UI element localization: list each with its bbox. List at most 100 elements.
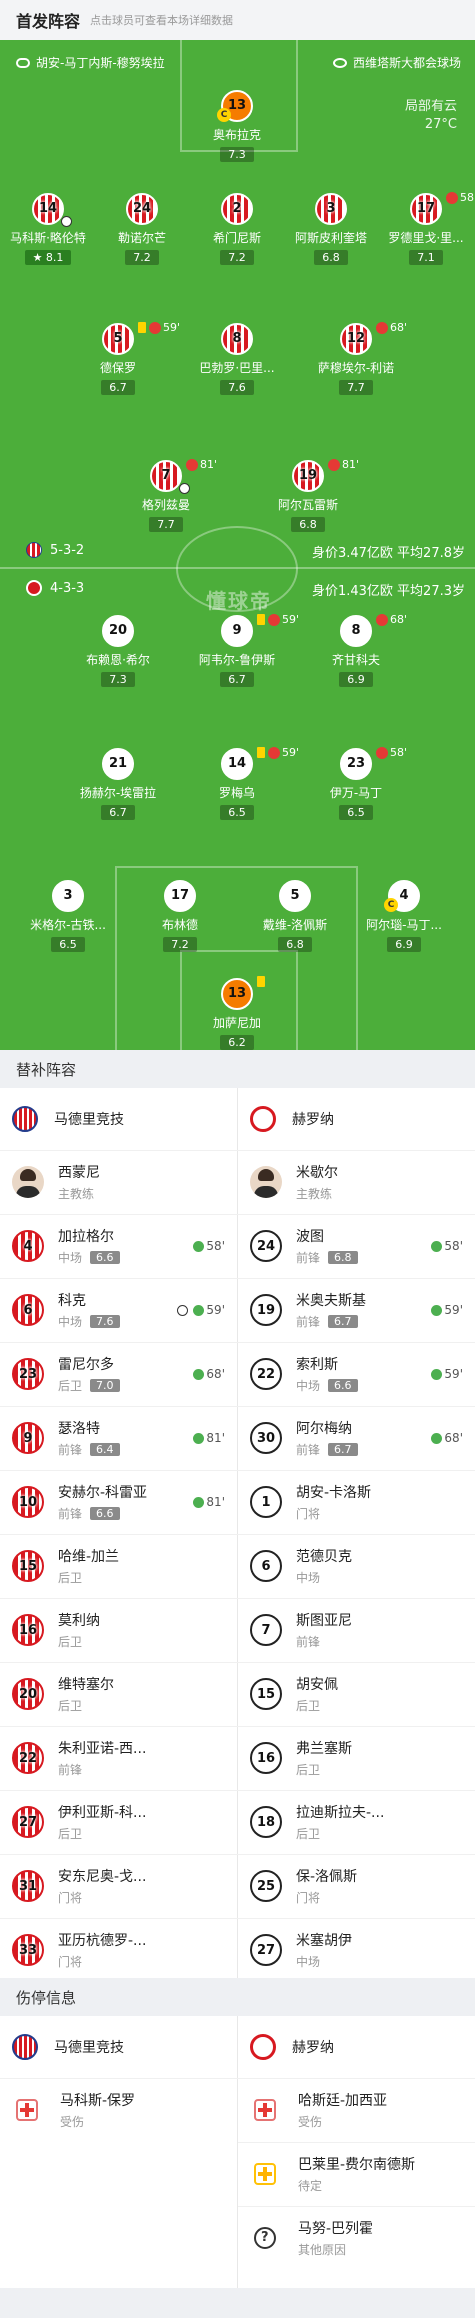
away-player[interactable]: 20 布赖恩·希尔 7.3 xyxy=(63,615,173,687)
home-sub-player[interactable]: 15 哈维-加兰 后卫 xyxy=(0,1534,237,1598)
home-player[interactable]: 24 勒诺尔芒 7.2 xyxy=(87,193,197,265)
player-name: 维特塞尔 xyxy=(58,1677,114,1693)
home-player[interactable]: 12 68' 萨穆埃尔-利诺 7.7 xyxy=(301,321,411,395)
away-sub-player[interactable]: 19 米奥夫斯基 前锋 6.7 59' xyxy=(238,1278,475,1342)
home-sub-player[interactable]: 27 伊利亚斯-科... 后卫 xyxy=(0,1790,237,1854)
home-player[interactable]: 1758' 罗德里戈·里... 7.1 xyxy=(371,191,475,265)
injury-item[interactable]: 巴莱里-费尔南德斯 待定 xyxy=(238,2142,475,2206)
girona-logo-icon xyxy=(250,1106,276,1132)
player-name: 萨穆埃尔-利诺 xyxy=(317,361,395,375)
home-player[interactable]: 19 81' 阿尔瓦雷斯 6.8 xyxy=(253,458,363,532)
sub-in-icon xyxy=(193,1304,205,1316)
player-position: 前锋 xyxy=(58,1761,237,1778)
home-sub-player[interactable]: 31 安东尼奥-戈... 门将 xyxy=(0,1854,237,1918)
sub-in-minute: 68' xyxy=(444,1431,463,1445)
sub-in-marker: 68' xyxy=(193,1367,225,1381)
away-player[interactable]: 14 59' 罗梅乌 6.5 xyxy=(182,746,299,820)
away-player-gk[interactable]: 13 加萨尼加 6.2 xyxy=(182,976,292,1050)
injured-player-name: 马科斯-保罗 xyxy=(60,2093,136,2109)
away-sub-player[interactable]: 6 范德贝克 中场 xyxy=(238,1534,475,1598)
whistle-icon xyxy=(16,57,30,68)
sub-out-marker: 59' xyxy=(138,321,180,334)
subs-away-team[interactable]: 赫罗纳 xyxy=(238,1088,475,1150)
page-subtitle: 点击球员可查看本场详细数据 xyxy=(90,14,234,27)
sub-out-icon xyxy=(328,458,340,471)
jersey-number: 27 xyxy=(12,1806,44,1838)
player-position: 后卫 xyxy=(58,1697,237,1714)
home-player[interactable]: 7 81' 格列兹曼 7.7 xyxy=(111,458,221,532)
away-player[interactable]: 23 58' 伊万-马丁 6.5 xyxy=(301,746,411,820)
away-player[interactable]: 3 米格尔-古铁... 6.5 xyxy=(13,880,123,952)
coach-role: 主教练 xyxy=(58,1187,95,1201)
coach-role: 主教练 xyxy=(296,1187,333,1201)
player-rating: 7.3 xyxy=(220,147,254,162)
home-sub-player[interactable]: 33 亚历杭德罗-... 门将 xyxy=(0,1918,237,1982)
away-sub-player[interactable]: 16 弗兰塞斯 后卫 xyxy=(238,1726,475,1790)
jersey-number: 30 xyxy=(250,1422,282,1454)
away-player[interactable]: 8 68' 齐甘科夫 6.9 xyxy=(301,613,411,687)
away-sub-player[interactable]: 22 索利斯 中场 6.6 59' xyxy=(238,1342,475,1406)
player-name: 阿斯皮利奎塔 xyxy=(294,231,367,245)
home-sub-player[interactable]: 6 科克 中场 7.6 59' xyxy=(0,1278,237,1342)
stadium-icon xyxy=(332,57,347,68)
injury-item[interactable]: ? 马努-巴列霍 其他原因 xyxy=(238,2206,475,2270)
player-rating: 7.7 xyxy=(149,517,183,532)
coach-name: 米歇尔 xyxy=(296,1165,338,1181)
home-player-gk[interactable]: 13 C 奥布拉克 7.3 xyxy=(182,90,292,162)
jersey-number: 22 xyxy=(250,1358,282,1390)
home-sub-player[interactable]: 4 加拉格尔 中场 6.6 58' xyxy=(0,1214,237,1278)
away-player[interactable]: 4C 阿尔瑙-马丁... 6.9 xyxy=(349,880,459,952)
away-sub-player[interactable]: 24 波图 前锋 6.8 58' xyxy=(238,1214,475,1278)
away-player[interactable]: 21 扬赫尔-埃雷拉 6.7 xyxy=(63,748,173,820)
position-label: 中场 xyxy=(296,1955,321,1969)
position-label: 门将 xyxy=(58,1891,83,1905)
home-player[interactable]: 5 59' 德保罗 6.7 xyxy=(63,321,180,395)
home-player[interactable]: 8 巴勃罗·巴里... 7.6 xyxy=(182,323,292,395)
subs-home-team[interactable]: 马德里竞技 xyxy=(0,1088,237,1150)
home-sub-player[interactable]: 9 瑟洛特 前锋 6.4 81' xyxy=(0,1406,237,1470)
away-player[interactable]: 17 布林德 7.2 xyxy=(125,880,235,952)
injury-item[interactable]: 哈斯廷-加西亚 受伤 xyxy=(238,2078,475,2142)
away-sub-player[interactable]: 15 胡安佩 后卫 xyxy=(238,1662,475,1726)
jersey-number: 10 xyxy=(12,1486,44,1518)
away-sub-player[interactable]: 7 斯图亚尼 前锋 xyxy=(238,1598,475,1662)
jersey-number: 25 xyxy=(250,1870,282,1902)
referee-info: 胡安-马丁内斯-穆努埃拉 xyxy=(16,54,165,71)
home-sub-player[interactable]: 16 莫利纳 后卫 xyxy=(0,1598,237,1662)
away-sub-player[interactable]: 18 拉迪斯拉夫-... 后卫 xyxy=(238,1790,475,1854)
player-rating: 7.2 xyxy=(163,937,197,952)
position-label: 中场 xyxy=(296,1571,321,1585)
away-player[interactable]: 9 59' 阿韦尔-鲁伊斯 6.7 xyxy=(182,613,299,687)
home-sub-player[interactable]: 10 安赫尔-科雷亚 前锋 6.6 81' xyxy=(0,1470,237,1534)
stadium-info: 西维塔斯大都会球场 xyxy=(332,54,461,71)
injured-player-name: 巴莱里-费尔南德斯 xyxy=(298,2157,416,2173)
away-sub-player[interactable]: 1 胡安-卡洛斯 门将 xyxy=(238,1470,475,1534)
jersey-icon: 9 59' xyxy=(221,613,299,647)
away-sub-player[interactable]: 30 阿尔梅纳 前锋 6.7 68' xyxy=(238,1406,475,1470)
away-sub-player[interactable]: 27 米塞胡伊 中场 xyxy=(238,1918,475,1982)
player-rating: 6.6 xyxy=(90,1507,120,1520)
home-sub-player[interactable]: 22 朱利亚诺-西... 前锋 xyxy=(0,1726,237,1790)
injury-item[interactable]: 马科斯-保罗 受伤 xyxy=(0,2078,237,2142)
away-player[interactable]: 5 戴维-洛佩斯 6.8 xyxy=(240,880,350,952)
position-label: 门将 xyxy=(58,1955,83,1969)
jersey-icon: 13 C xyxy=(217,90,253,122)
home-sub-player[interactable]: 20 维特塞尔 后卫 xyxy=(0,1662,237,1726)
sub-out-marker: 59' xyxy=(257,613,299,626)
injury-status: 其他原因 xyxy=(298,2243,347,2257)
home-sub-player[interactable]: 23 雷尼尔多 后卫 7.0 68' xyxy=(0,1342,237,1406)
jersey-icon: 13 xyxy=(221,976,265,1010)
sub-out-icon xyxy=(186,458,198,471)
injuries-home-team[interactable]: 马德里竞技 xyxy=(0,2016,237,2078)
away-coach[interactable]: 米歇尔 主教练 xyxy=(238,1150,475,1214)
away-sub-player[interactable]: 25 保-洛佩斯 门将 xyxy=(238,1854,475,1918)
sub-in-marker: 81' xyxy=(193,1431,225,1445)
injuries-away-team[interactable]: 赫罗纳 xyxy=(238,2016,475,2078)
player-name: 格列兹曼 xyxy=(141,498,190,512)
home-coach[interactable]: 西蒙尼 主教练 xyxy=(0,1150,237,1214)
coach-avatar xyxy=(12,1166,44,1198)
home-player[interactable]: 3 阿斯皮利奎塔 6.8 xyxy=(276,193,386,265)
player-name: 弗兰塞斯 xyxy=(296,1741,352,1757)
sub-in-minute: 68' xyxy=(206,1367,225,1381)
sub-in-minute: 59' xyxy=(444,1303,463,1317)
